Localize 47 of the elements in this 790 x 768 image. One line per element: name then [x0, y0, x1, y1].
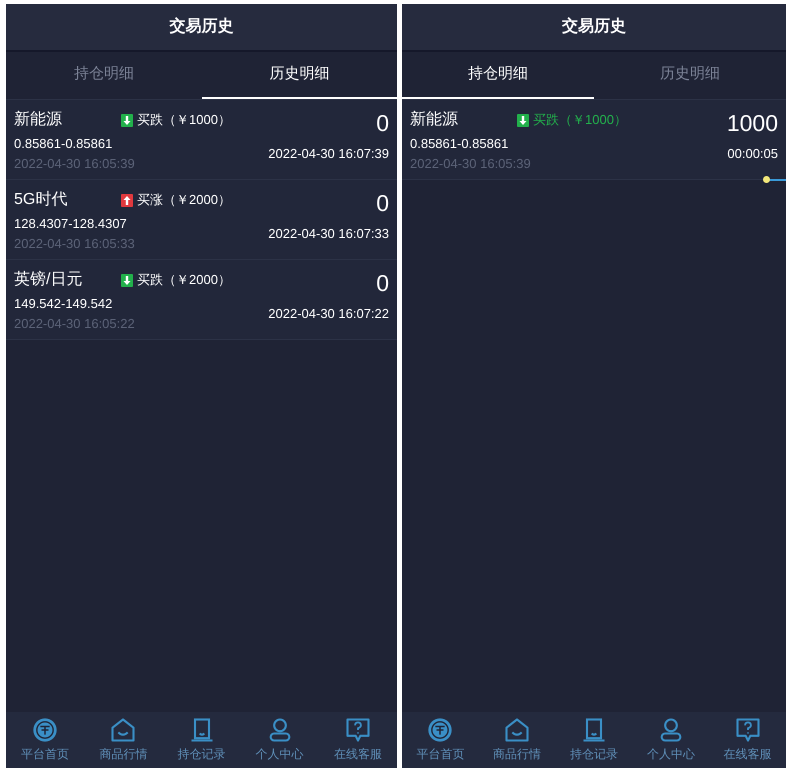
nav-item[interactable]: 平台首页 — [21, 745, 70, 763]
profit-value: 0 — [376, 189, 389, 218]
profit-value: 1000 — [726, 109, 778, 138]
screen-title: 交易历史 — [402, 4, 786, 52]
nav-item[interactable]: 商品行情 — [99, 745, 148, 763]
nav-item[interactable]: 在线客服 — [724, 745, 772, 763]
order-label: 买涨（￥2000） — [137, 191, 231, 210]
nav-item[interactable]: 持仓记录 — [178, 745, 226, 763]
trade-row[interactable]: 5G时代 买涨（￥2000） 128.4307-128.4307 2022-04-30 16:05:33 0 2022-04-30 16:07:33 — [6, 180, 397, 260]
order-label: 买跌（￥2000） — [137, 271, 231, 290]
price-range: 128.4307-128.4307 — [14, 215, 128, 233]
tab[interactable]: 持仓明细 — [6, 52, 202, 99]
price-range: 149.542-149.542 — [14, 295, 114, 313]
nav-item[interactable]: 个人中心 — [256, 745, 304, 763]
open-time: 2022-04-30 16:05:22 — [14, 314, 136, 332]
trade-row[interactable]: 英镑/日元 买跌（￥2000） 149.542-149.542 2022-04-30 16:05:22 0 2022-04-30 16:07:22 — [6, 260, 397, 340]
price-range: 0.85861-0.85861 — [14, 135, 114, 153]
open-time: 2022-04-30 16:05:39 — [14, 154, 136, 172]
trade-row[interactable]: 新能源 买跌（￥1000） 0.85861-0.85861 2022-04-30 16:05:39 1000 00:00:05 — [402, 100, 786, 180]
screen-title: 交易历史 — [6, 4, 397, 52]
countdown: 00:00:05 — [727, 145, 778, 163]
nav-item[interactable]: 商品行情 — [493, 745, 542, 763]
tab[interactable]: 历史明细 — [594, 52, 786, 99]
order-label: 买跌（￥1000） — [533, 111, 627, 130]
product-name: 新能源 — [14, 110, 63, 130]
price-range: 0.85861-0.85861 — [410, 135, 510, 153]
nav-item[interactable]: 平台首页 — [416, 745, 464, 763]
emblem-icon[interactable] — [31, 716, 60, 744]
open-time: 2022-04-30 16:05:33 — [14, 234, 136, 252]
order-label: 买跌（￥1000） — [137, 111, 231, 130]
emblem-icon[interactable] — [426, 716, 454, 744]
product-name: 5G时代 — [14, 190, 68, 210]
close-time: 2022-04-30 16:07:22 — [268, 305, 389, 323]
progress-thumb[interactable] — [762, 176, 770, 183]
close-time: 2022-04-30 16:07:39 — [268, 145, 389, 163]
open-time: 2022-04-30 16:05:39 — [410, 154, 532, 172]
close-time: 2022-04-30 16:07:33 — [268, 225, 389, 243]
profit-value: 0 — [376, 109, 389, 138]
help-icon[interactable] — [344, 716, 372, 744]
nav-item[interactable]: 持仓记录 — [570, 745, 618, 763]
help-icon[interactable] — [734, 716, 762, 744]
product-name: 新能源 — [410, 110, 459, 130]
trade-row[interactable]: 新能源 买跌（￥1000） 0.85861-0.85861 2022-04-30 16:05:39 0 2022-04-30 16:07:39 — [6, 100, 397, 180]
nav-item[interactable]: 在线客服 — [334, 745, 382, 763]
product-name: 英镑/日元 — [14, 270, 84, 290]
profit-value: 0 — [376, 269, 389, 298]
nav-item[interactable]: 个人中心 — [646, 745, 695, 763]
